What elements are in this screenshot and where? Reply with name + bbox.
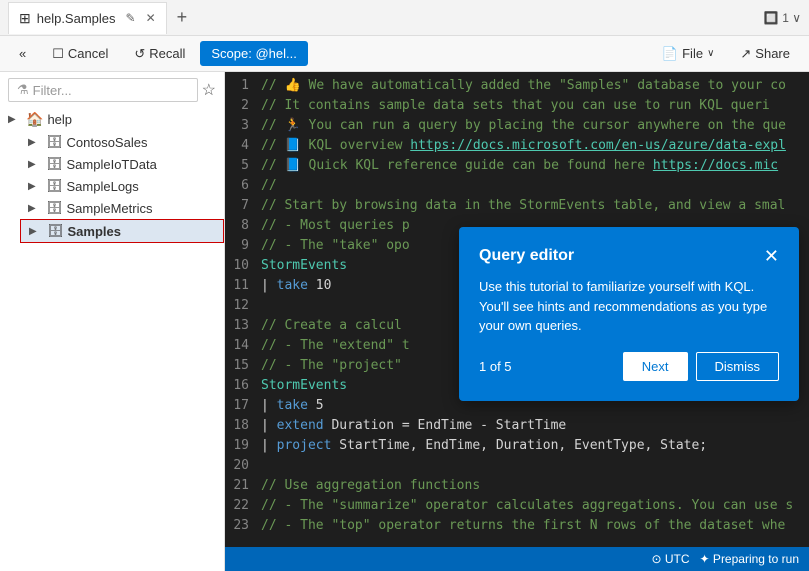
code-line-21: // Use aggregation functions: [261, 476, 809, 496]
help-samples-tab[interactable]: ⊞ help.Samples ✎ ✕: [8, 2, 167, 34]
popup-body: Use this tutorial to familiarize yoursel…: [479, 277, 779, 336]
arrow-icon: ▶: [8, 114, 22, 125]
sidebar-item-samplelogs[interactable]: ▶ 🗄 SampleLogs: [20, 175, 224, 197]
code-line-3: // 🏃 You can run a query by placing the …: [261, 116, 809, 136]
code-line-6: //: [261, 176, 809, 196]
collapse-icon: «: [19, 46, 26, 61]
db-icon: 🗄: [46, 178, 63, 194]
sidebar: ⚗ Filter... ☆ ▶ 🏠 help ▶ 🗄 ContosoSales …: [0, 72, 225, 571]
arrow-icon: ▶: [29, 226, 43, 237]
tab-label: help.Samples: [37, 11, 116, 26]
favorites-icon[interactable]: ☆: [202, 80, 216, 100]
db-icon: 🗄: [46, 156, 63, 172]
db-icon: 🗄: [46, 134, 63, 150]
share-button[interactable]: ↗ Share: [729, 41, 801, 67]
file-button[interactable]: 📄 File ∨: [651, 41, 725, 67]
popup-close-button[interactable]: ✕: [764, 247, 779, 265]
file-icon: 📄: [662, 46, 678, 62]
popup-footer: 1 of 5 Next Dismiss: [479, 352, 779, 381]
sidebar-filter-row: ⚗ Filter... ☆: [8, 78, 216, 102]
popup-next-button[interactable]: Next: [623, 352, 688, 381]
status-bar: ⊙ UTC ✦ Preparing to run: [225, 547, 809, 571]
code-line-7: // Start by browsing data in the StormEv…: [261, 196, 809, 216]
scope-button[interactable]: Scope: @hel...: [200, 41, 307, 66]
editor-area: 12345 678910 1112131415 1617181920 21222…: [225, 72, 809, 571]
sidebar-item-samples[interactable]: ▶ 🗄 Samples: [20, 219, 224, 243]
code-line-22: // - The "summarize" operator calculates…: [261, 496, 809, 516]
help-icon: 🏠: [26, 111, 43, 128]
cancel-icon: ☐: [52, 46, 64, 62]
tab-edit-icon[interactable]: ✎: [126, 11, 136, 25]
tree-container: ▶ 🏠 help ▶ 🗄 ContosoSales ▶ 🗄 SampleIoTD…: [0, 108, 224, 571]
query-editor-popup: Query editor ✕ Use this tutorial to fami…: [459, 227, 799, 401]
main-content: ⚗ Filter... ☆ ▶ 🏠 help ▶ 🗄 ContosoSales …: [0, 72, 809, 571]
sidebar-item-samplemetrics[interactable]: ▶ 🗄 SampleMetrics: [20, 197, 224, 219]
sidebar-item-contososales[interactable]: ▶ 🗄 ContosoSales: [20, 131, 224, 153]
toolbar: « ☐ Cancel ↺ Recall Scope: @hel... 📄 Fil…: [0, 36, 809, 72]
window-controls[interactable]: 🔲 1 ∨: [764, 11, 801, 25]
tree-group: ▶ 🗄 ContosoSales ▶ 🗄 SampleIoTData ▶ 🗄 S…: [20, 131, 224, 243]
db-icon: 🗄: [47, 223, 64, 239]
arrow-icon: ▶: [28, 203, 42, 214]
editor-content[interactable]: 12345 678910 1112131415 1617181920 21222…: [225, 72, 809, 547]
code-line-23: // - The "top" operator returns the firs…: [261, 516, 809, 536]
popup-header: Query editor ✕: [479, 247, 779, 265]
filter-icon: ⚗: [17, 82, 29, 98]
code-line-20: [261, 456, 809, 476]
add-tab-button[interactable]: +: [171, 5, 194, 30]
code-line-18: | extend Duration = EndTime - StartTime: [261, 416, 809, 436]
status-right: ⊙ UTC ✦ Preparing to run: [651, 552, 799, 566]
tab-close-icon[interactable]: ✕: [146, 11, 156, 25]
popup-page-info: 1 of 5: [479, 359, 512, 374]
filter-placeholder: Filter...: [33, 83, 72, 98]
code-line-5: // 📘 Quick KQL reference guide can be fo…: [261, 156, 809, 176]
arrow-icon: ▶: [28, 137, 42, 148]
recall-icon: ↺: [134, 46, 145, 62]
arrow-icon: ▶: [28, 181, 42, 192]
code-line-1: // 👍 We have automatically added the "Sa…: [261, 76, 809, 96]
code-line-4: // 📘 KQL overview https://docs.microsoft…: [261, 136, 809, 156]
line-numbers: 12345 678910 1112131415 1617181920 21222…: [225, 72, 255, 536]
recall-button[interactable]: ↺ Recall: [123, 41, 196, 67]
code-line-19: | project StartTime, EndTime, Duration, …: [261, 436, 809, 456]
popup-dismiss-button[interactable]: Dismiss: [696, 352, 780, 381]
title-bar-right: 🔲 1 ∨: [764, 11, 801, 25]
share-icon: ↗: [740, 46, 751, 62]
utc-label: ⊙ UTC: [651, 552, 689, 566]
db-icon: 🗄: [46, 200, 63, 216]
arrow-icon: ▶: [28, 159, 42, 170]
file-dropdown-icon: ∨: [707, 48, 714, 59]
collapse-button[interactable]: «: [8, 41, 37, 66]
popup-title: Query editor: [479, 247, 574, 265]
cancel-button[interactable]: ☐ Cancel: [41, 41, 119, 67]
title-bar: ⊞ help.Samples ✎ ✕ + 🔲 1 ∨: [0, 0, 809, 36]
sidebar-item-sampleiotdata[interactable]: ▶ 🗄 SampleIoTData: [20, 153, 224, 175]
filter-input[interactable]: ⚗ Filter...: [8, 78, 198, 102]
database-icon: ⊞: [19, 10, 31, 27]
sidebar-item-help[interactable]: ▶ 🏠 help: [0, 108, 224, 131]
code-line-2: // It contains sample data sets that you…: [261, 96, 809, 116]
preparing-label: ✦ Preparing to run: [700, 552, 799, 566]
